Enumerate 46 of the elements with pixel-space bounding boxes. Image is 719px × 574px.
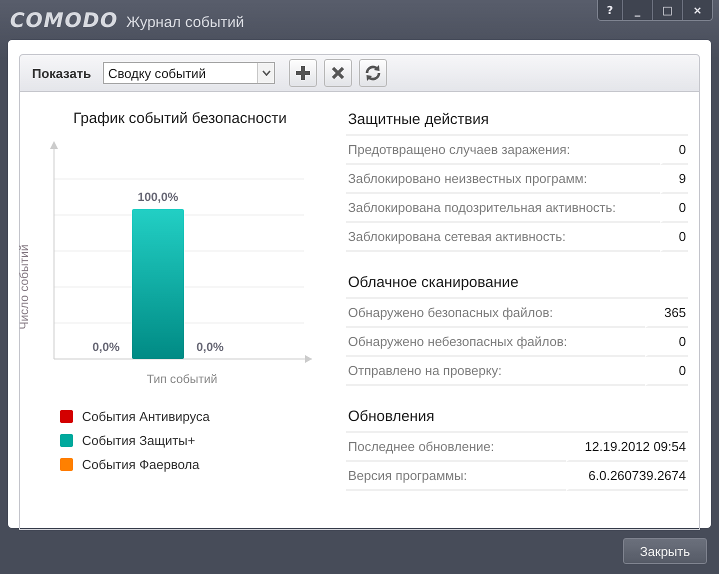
view-dropdown[interactable]: Сводку событий [103,62,276,84]
stat-label: Обнаружено безопасных файлов: [346,299,646,328]
stat-label: Заблокирована сетевая активность: [346,223,660,252]
y-axis-title: Число событий [17,244,31,330]
stat-label: Обнаружено небезопасных файлов: [346,328,646,357]
stat-label: Предотвращено случаев заражения: [346,136,660,165]
add-button[interactable] [289,59,318,87]
stat-value: 0 [660,223,688,252]
stat-label: Отправлено на проверку: [346,357,646,386]
refresh-icon [364,64,382,82]
stat-value: 6.0.260739.2674 [566,462,688,491]
legend-label: События Антивируса [82,409,210,424]
minimize-button[interactable]: _ [622,0,652,20]
stat-value: 0 [660,194,688,223]
stat-value: 0 [645,328,688,357]
bar-value-label: 0,0% [196,340,224,354]
stat-value: 365 [645,299,688,328]
cross-icon [331,66,346,80]
section-title: Защитные действия [346,105,688,136]
caret-icon [257,63,274,83]
close-button[interactable]: × [682,0,712,20]
section-title: Облачное сканирование [346,268,688,299]
legend-label: События Фаервола [82,457,200,472]
comodo-logo: COMODO [10,8,118,32]
stat-value: 12.19.2012 09:54 [566,433,688,462]
maximize-button[interactable]: □ [652,0,682,20]
chart-title: График событий безопасности [72,110,288,127]
refresh-button[interactable] [359,59,388,87]
stat-value: 9 [660,165,688,194]
stat-label: Заблокирована подозрительная активность: [346,194,660,223]
close-button[interactable]: Закрыть [622,538,707,564]
help-button[interactable]: ? [598,0,622,20]
stat-label: Заблокировано неизвестных программ: [346,165,660,194]
x-axis-title: Тип событий [146,372,218,386]
bar-value-label: 0,0% [92,340,120,354]
plus-icon [296,66,310,80]
stat-value: 0 [660,136,688,165]
stat-label: Версия программы: [346,462,566,491]
section-title: Обновления [346,402,688,433]
window-title: Журнал событий [126,14,244,30]
delete-button[interactable] [324,59,352,87]
stat-label: Последнее обновление: [346,433,566,462]
bar-value-label: 100,0% [138,190,178,204]
show-label: Показать [32,66,92,80]
legend-label: События Защиты+ [82,433,196,448]
stat-value: 0 [645,357,688,386]
